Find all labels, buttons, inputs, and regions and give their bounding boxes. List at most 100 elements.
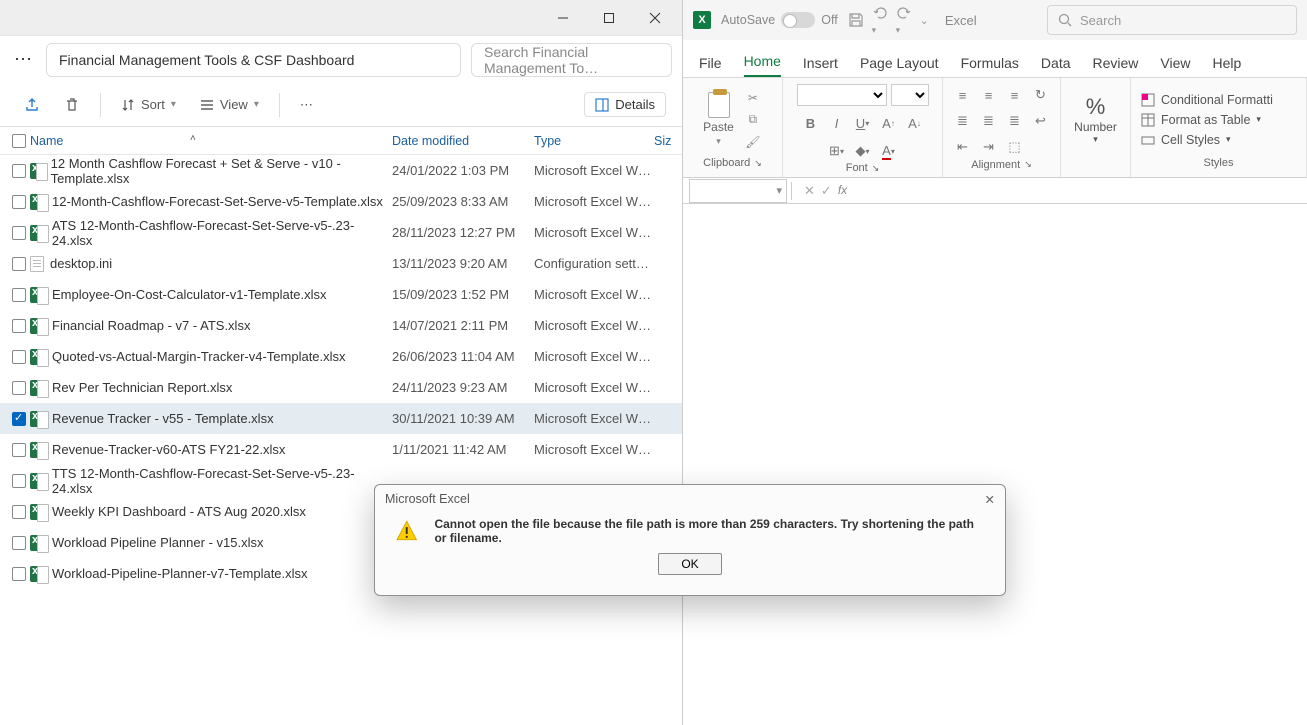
format-as-table-button[interactable]: Format as Table▾ — [1141, 113, 1261, 127]
ribbon-tab-help[interactable]: Help — [1213, 55, 1242, 77]
redo-icon[interactable]: ▾ — [896, 5, 912, 36]
align-top-icon[interactable]: ≡ — [952, 84, 974, 106]
ribbon-tab-page-layout[interactable]: Page Layout — [860, 55, 939, 77]
file-row[interactable]: Revenue Tracker - v55 - Template.xlsx 30… — [0, 403, 682, 434]
details-pane-button[interactable]: Details — [584, 92, 666, 117]
row-checkbox[interactable] — [8, 319, 30, 333]
dialog-launcher-icon[interactable]: ↘ — [872, 163, 880, 174]
row-checkbox[interactable] — [8, 412, 30, 426]
row-checkbox[interactable] — [8, 195, 30, 209]
ribbon-tab-data[interactable]: Data — [1041, 55, 1071, 77]
column-date[interactable]: Date modified — [392, 134, 534, 148]
row-checkbox[interactable] — [8, 567, 30, 581]
explorer-search[interactable]: Search Financial Management To… — [471, 43, 672, 77]
column-type[interactable]: Type — [534, 134, 654, 148]
borders-button[interactable]: ⊞▾ — [826, 140, 848, 162]
dialog-launcher-icon[interactable]: ↘ — [754, 158, 762, 169]
cut-icon[interactable]: ✂ — [744, 91, 762, 105]
share-button[interactable] — [16, 93, 48, 117]
file-row[interactable]: desktop.ini 13/11/2023 9:20 AM Configura… — [0, 248, 682, 279]
align-center-icon[interactable]: ≣ — [978, 110, 1000, 132]
merge-icon[interactable]: ⬚ — [1004, 136, 1026, 158]
file-row[interactable]: 12 Month Cashflow Forecast + Set & Serve… — [0, 155, 682, 186]
format-painter-icon[interactable]: 🖌 — [744, 135, 762, 149]
excel-search[interactable]: Search — [1047, 5, 1297, 35]
enter-formula-icon[interactable]: ✓ — [821, 183, 832, 199]
name-box[interactable]: ▾ — [689, 179, 787, 203]
paste-button[interactable]: Paste ▾ — [703, 92, 734, 147]
sort-button[interactable]: Sort ▾ — [113, 93, 184, 116]
ribbon-tab-review[interactable]: Review — [1093, 55, 1139, 77]
number-format-button[interactable]: % Number ▾ — [1074, 94, 1117, 145]
fill-color-button[interactable]: ◆▾ — [852, 140, 874, 162]
row-checkbox[interactable] — [8, 536, 30, 550]
file-row[interactable]: ATS 12-Month-Cashflow-Forecast-Set-Serve… — [0, 217, 682, 248]
close-dialog-button[interactable]: ✕ — [985, 492, 995, 507]
view-button[interactable]: View ▾ — [192, 93, 267, 116]
row-checkbox[interactable] — [8, 164, 30, 178]
shrink-font-button[interactable]: A↓ — [904, 112, 926, 134]
align-right-icon[interactable]: ≣ — [1004, 110, 1026, 132]
close-button[interactable] — [632, 3, 678, 33]
file-row[interactable]: Quoted-vs-Actual-Margin-Tracker-v4-Templ… — [0, 341, 682, 372]
overflow-button[interactable]: ⋯ — [292, 93, 321, 117]
row-checkbox[interactable] — [8, 443, 30, 457]
conditional-formatting-button[interactable]: Conditional Formatti — [1141, 93, 1273, 107]
row-checkbox[interactable] — [8, 288, 30, 302]
wrap-text-icon[interactable]: ↩ — [1030, 110, 1052, 132]
font-family-select[interactable] — [797, 84, 887, 106]
select-all-checkbox[interactable] — [8, 134, 30, 148]
minimize-button[interactable] — [540, 3, 586, 33]
file-row[interactable]: Financial Roadmap - v7 - ATS.xlsx 14/07/… — [0, 310, 682, 341]
font-size-select[interactable] — [891, 84, 929, 106]
ribbon-tab-formulas[interactable]: Formulas — [961, 55, 1019, 77]
align-middle-icon[interactable]: ≡ — [978, 84, 1000, 106]
column-size[interactable]: Siz — [654, 134, 682, 148]
copy-icon[interactable]: ⧉ — [744, 113, 762, 127]
file-row[interactable]: Employee-On-Cost-Calculator-v1-Template.… — [0, 279, 682, 310]
fx-icon[interactable]: fx — [838, 183, 847, 199]
customize-qat-icon[interactable]: ⌄ — [920, 14, 929, 27]
underline-button[interactable]: U▾ — [852, 112, 874, 134]
cell-styles-button[interactable]: Cell Styles▾ — [1141, 133, 1231, 147]
cancel-formula-icon[interactable]: ✕ — [804, 183, 815, 199]
ribbon-tab-home[interactable]: Home — [744, 53, 781, 77]
file-row[interactable]: Rev Per Technician Report.xlsx 24/11/202… — [0, 372, 682, 403]
row-checkbox[interactable] — [8, 226, 30, 240]
align-bottom-icon[interactable]: ≡ — [1004, 84, 1026, 106]
row-checkbox[interactable] — [8, 474, 30, 488]
file-row[interactable]: 12-Month-Cashflow-Forecast-Set-Serve-v5-… — [0, 186, 682, 217]
row-checkbox[interactable] — [8, 505, 30, 519]
address-bar[interactable]: Financial Management Tools & CSF Dashboa… — [46, 43, 461, 77]
maximize-button[interactable] — [586, 3, 632, 33]
file-date: 24/11/2023 9:23 AM — [392, 380, 534, 395]
file-type: Microsoft Excel W… — [534, 349, 654, 364]
file-date: 28/11/2023 12:27 PM — [392, 225, 534, 240]
row-checkbox[interactable] — [8, 350, 30, 364]
ok-button[interactable]: OK — [658, 553, 722, 575]
orientation-icon[interactable]: ↻ — [1030, 84, 1052, 106]
ribbon-tab-view[interactable]: View — [1160, 55, 1190, 77]
row-checkbox[interactable] — [8, 381, 30, 395]
bold-button[interactable]: B — [800, 112, 822, 134]
increase-indent-icon[interactable]: ⇥ — [978, 136, 1000, 158]
font-color-button[interactable]: A▾ — [878, 140, 900, 162]
ribbon-tab-file[interactable]: File — [699, 55, 722, 77]
delete-button[interactable] — [56, 93, 88, 117]
search-icon — [1058, 13, 1072, 27]
align-left-icon[interactable]: ≣ — [952, 110, 974, 132]
grow-font-button[interactable]: A↑ — [878, 112, 900, 134]
more-icon[interactable]: ⋯ — [10, 49, 36, 70]
italic-button[interactable]: I — [826, 112, 848, 134]
row-checkbox[interactable] — [8, 257, 30, 271]
save-icon[interactable] — [848, 12, 864, 28]
ribbon-group-font: B I U▾ A↑ A↓ ⊞▾ ◆▾ A▾ Font↘ — [783, 78, 943, 177]
dialog-launcher-icon[interactable]: ↘ — [1024, 159, 1032, 170]
file-row[interactable]: Revenue-Tracker-v60-ATS FY21-22.xlsx 1/1… — [0, 434, 682, 465]
undo-icon[interactable]: ▾ — [872, 5, 888, 36]
formula-input[interactable] — [855, 178, 1307, 203]
ribbon-tab-insert[interactable]: Insert — [803, 55, 838, 77]
decrease-indent-icon[interactable]: ⇤ — [952, 136, 974, 158]
column-name[interactable]: Name ˄ — [30, 134, 392, 148]
autosave-toggle[interactable]: AutoSave Off — [721, 12, 838, 28]
